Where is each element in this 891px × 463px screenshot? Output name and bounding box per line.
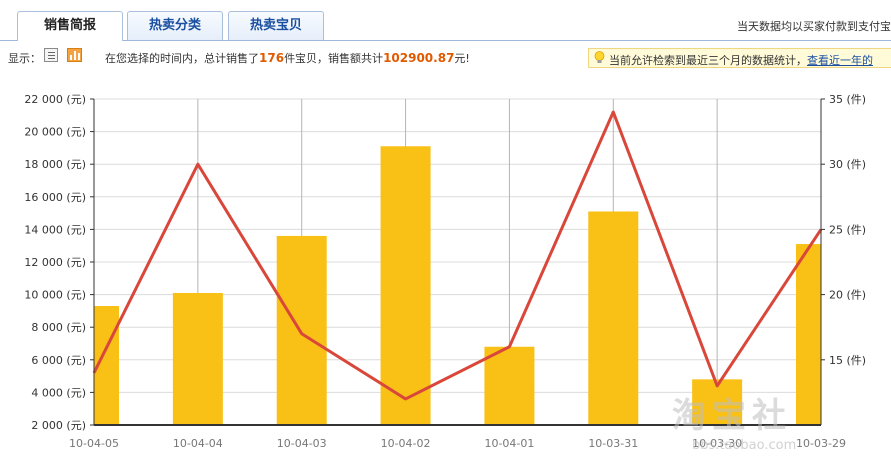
right-tick-label: 20 (件) xyxy=(829,289,866,302)
x-tick-label: 10-03-29 xyxy=(796,437,846,450)
right-tick-label: 35 (件) xyxy=(829,93,866,106)
left-tick-label: 20 000 (元) xyxy=(24,126,86,139)
line-point-10-03-30 xyxy=(716,385,718,387)
left-tick-label: 10 000 (元) xyxy=(24,289,86,302)
left-tick-label: 16 000 (元) xyxy=(24,191,86,204)
bar-10-04-03 xyxy=(276,235,327,425)
x-tick-label: 10-04-03 xyxy=(277,437,327,450)
left-tick-label: 22 000 (元) xyxy=(24,93,86,106)
x-tick-label: 10-04-04 xyxy=(173,437,223,450)
show-label: 显示： xyxy=(8,52,41,65)
left-tick-label: 14 000 (元) xyxy=(24,223,86,236)
left-tick-label: 2 000 (元) xyxy=(31,419,86,432)
line-point-10-04-03 xyxy=(301,333,303,335)
watermark: 淘宝社 xyxy=(672,396,792,436)
bar-10-04-02 xyxy=(380,146,431,425)
tab-sales-brief[interactable]: 销售简报 xyxy=(17,11,123,41)
x-tick-label: 10-04-02 xyxy=(381,437,431,450)
list-view-icon[interactable] xyxy=(44,48,58,62)
right-tick-label: 30 (件) xyxy=(829,158,866,171)
line-point-10-03-31 xyxy=(612,111,614,113)
bar-10-03-31 xyxy=(588,211,639,425)
x-tick-label: 10-03-31 xyxy=(588,437,638,450)
view-year-link[interactable]: 查看近一年的 xyxy=(807,54,873,67)
line-point-10-04-01 xyxy=(508,346,510,348)
right-tick-label: 25 (件) xyxy=(829,223,866,236)
left-tick-label: 18 000 (元) xyxy=(24,158,86,171)
tab-hot-items[interactable]: 热卖宝贝 xyxy=(228,11,324,40)
left-tick-label: 6 000 (元) xyxy=(31,354,86,367)
bar-10-04-01 xyxy=(484,346,535,425)
left-tick-label: 4 000 (元) xyxy=(31,386,86,399)
bar-10-04-04 xyxy=(172,292,223,425)
lightbulb-icon xyxy=(594,51,605,63)
right-tick-label: 15 (件) xyxy=(829,354,866,367)
header-note: 当天数据均以买家付款到支付宝 xyxy=(737,20,891,33)
tip-text: 当前允许检索到最近三个月的数据统计， xyxy=(609,54,807,67)
left-tick-label: 12 000 (元) xyxy=(24,256,86,269)
sales-summary: 在您选择的时间内，总计销售了176件宝贝，销售额共计102900.87元! xyxy=(105,50,470,66)
tip-box: 当前允许检索到最近三个月的数据统计，查看近一年的 xyxy=(588,48,891,68)
tab-bar: 销售简报 热卖分类 热卖宝贝 当天数据均以买家付款到支付宝 xyxy=(0,0,891,41)
tab-hot-categories[interactable]: 热卖分类 xyxy=(127,11,223,40)
chart-view-icon[interactable] xyxy=(67,48,82,62)
summary-suffix: 元! xyxy=(454,52,470,65)
summary-prefix: 在您选择的时间内，总计销售了 xyxy=(105,52,259,65)
line-point-10-04-04 xyxy=(197,163,199,165)
summary-count: 176 xyxy=(259,51,285,65)
x-tick-label: 10-04-01 xyxy=(484,437,534,450)
watermark-sub: bbs.taobao.com xyxy=(692,438,797,453)
summary-mid: 件宝贝，销售额共计 xyxy=(284,52,384,65)
line-point-10-04-02 xyxy=(405,398,407,400)
x-tick-label: 10-04-05 xyxy=(69,437,119,450)
left-tick-label: 8 000 (元) xyxy=(31,321,86,334)
summary-amount: 102900.87 xyxy=(383,51,455,65)
